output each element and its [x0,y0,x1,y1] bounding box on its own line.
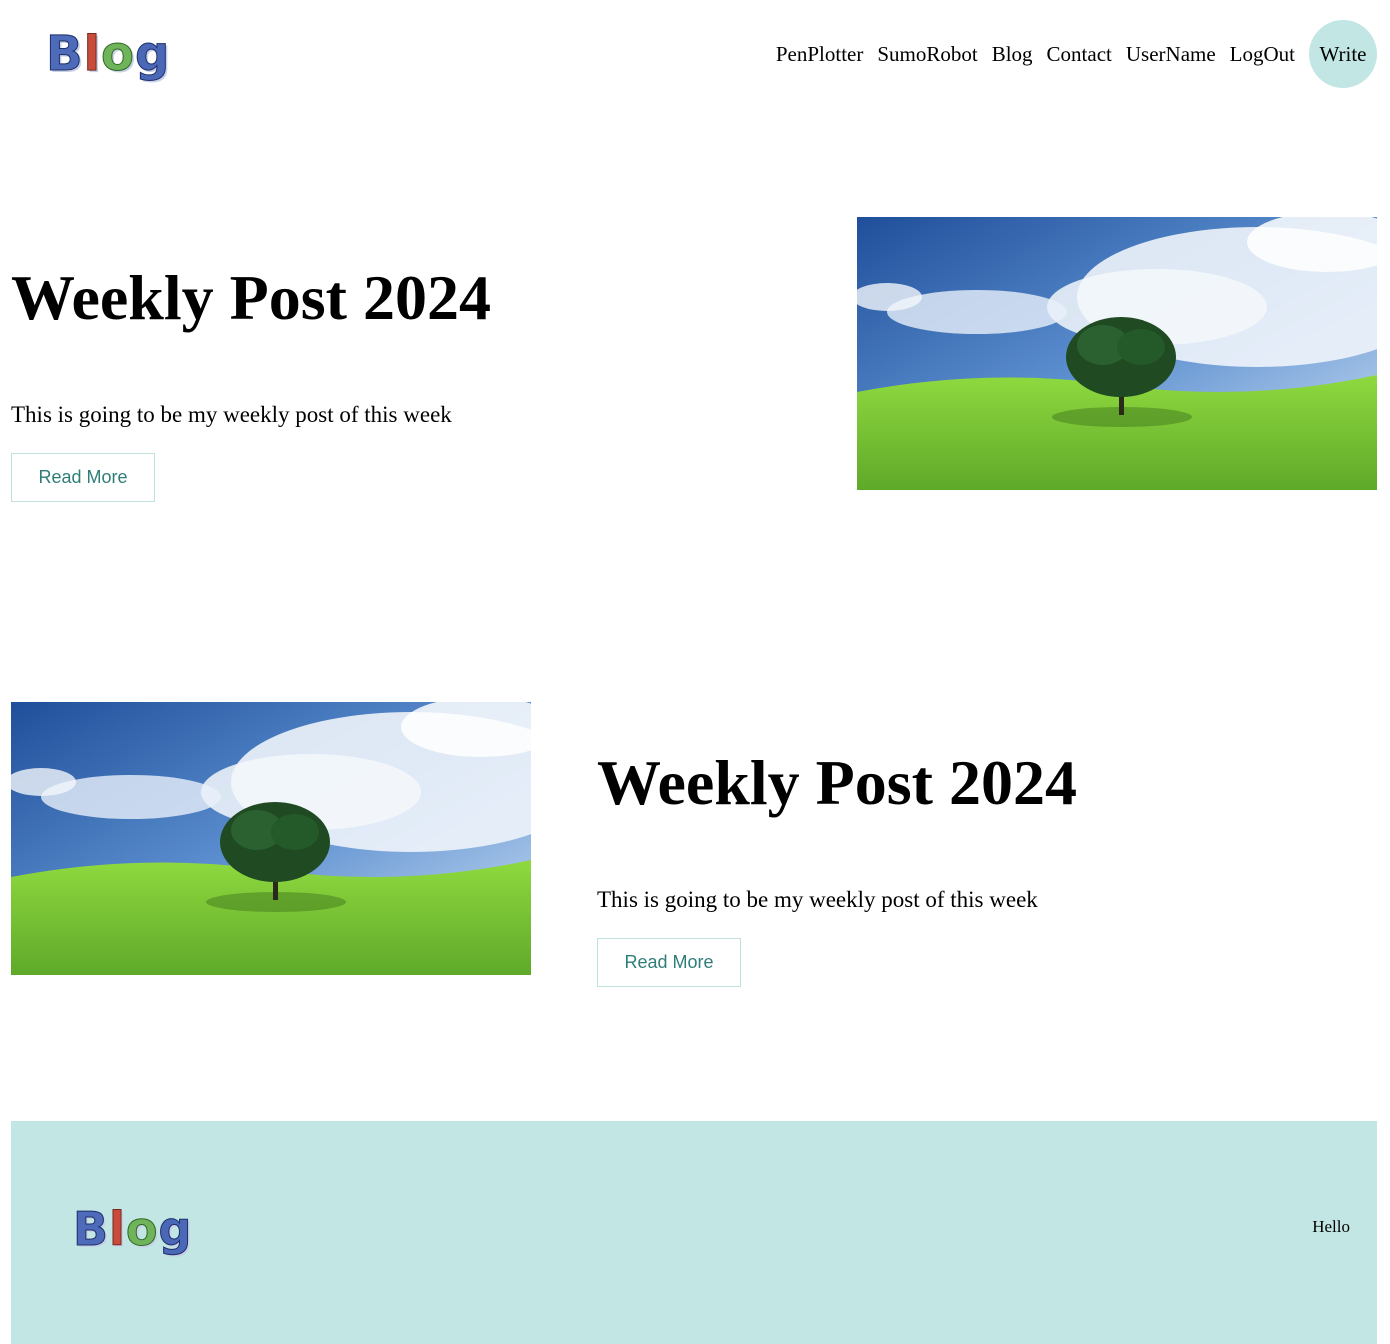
tree-landscape-image [857,217,1377,490]
read-more-button[interactable]: Read More [597,938,741,987]
nav-link-username[interactable]: UserName [1126,42,1216,67]
write-button[interactable]: Write [1309,20,1377,88]
site-footer: Hello [11,1121,1377,1344]
tree-landscape-image [11,702,531,975]
nav-link-penplotter[interactable]: PenPlotter [776,42,864,67]
post-excerpt: This is going to be my weekly post of th… [11,402,452,427]
main-nav: PenPlotter SumoRobot Blog Contact UserNa… [776,20,1377,88]
nav-link-contact[interactable]: Contact [1047,42,1112,67]
footer-logo[interactable]: Blog [72,1196,192,1257]
post-title: Weekly Post 2024 [597,747,1077,818]
footer-text: Hello [1312,1217,1350,1236]
post-title: Weekly Post 2024 [11,262,491,333]
site-logo[interactable]: Blog [46,20,170,83]
post-excerpt: This is going to be my weekly post of th… [597,887,1038,912]
nav-link-sumorobot[interactable]: SumoRobot [877,42,977,67]
post-image[interactable] [857,217,1377,490]
nav-link-blog[interactable]: Blog [992,42,1033,67]
read-more-button[interactable]: Read More [11,453,155,502]
post-image[interactable] [11,702,531,975]
nav-link-logout[interactable]: LogOut [1230,42,1295,67]
